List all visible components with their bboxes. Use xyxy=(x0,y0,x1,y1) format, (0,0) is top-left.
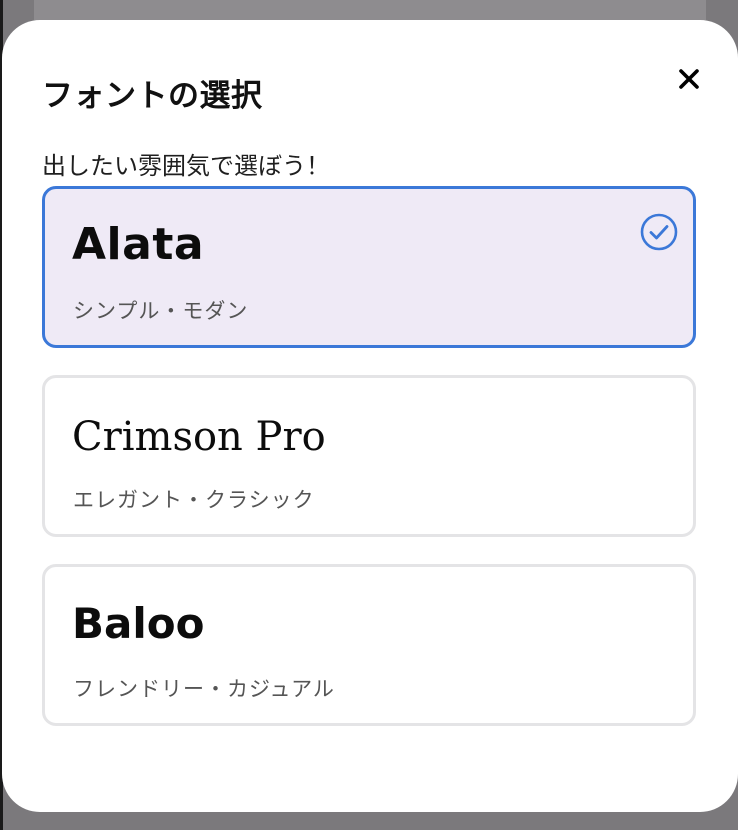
font-selection-modal: フォントの選択 出したい雰囲気で選ぼう！ Alata シンプル・モダン Crim… xyxy=(2,20,738,812)
font-option-baloo[interactable]: Baloo フレンドリー・カジュアル xyxy=(42,564,696,726)
check-circle-icon xyxy=(639,212,679,252)
font-option-description: シンプル・モダン xyxy=(73,299,249,323)
font-option-description: フレンドリー・カジュアル xyxy=(73,677,335,701)
font-option-description: エレガント・クラシック xyxy=(73,488,315,512)
background-card xyxy=(34,0,706,20)
close-button[interactable] xyxy=(674,64,704,94)
font-option-name: Alata xyxy=(72,219,205,270)
modal-title: フォントの選択 xyxy=(42,78,263,114)
font-option-name: Baloo xyxy=(72,599,205,648)
close-icon xyxy=(679,69,699,89)
font-option-name: Crimson Pro xyxy=(72,414,326,460)
font-option-alata[interactable]: Alata シンプル・モダン xyxy=(42,186,696,348)
modal-subtitle: 出したい雰囲気で選ぼう！ xyxy=(42,152,330,180)
font-option-crimson-pro[interactable]: Crimson Pro エレガント・クラシック xyxy=(42,375,696,537)
